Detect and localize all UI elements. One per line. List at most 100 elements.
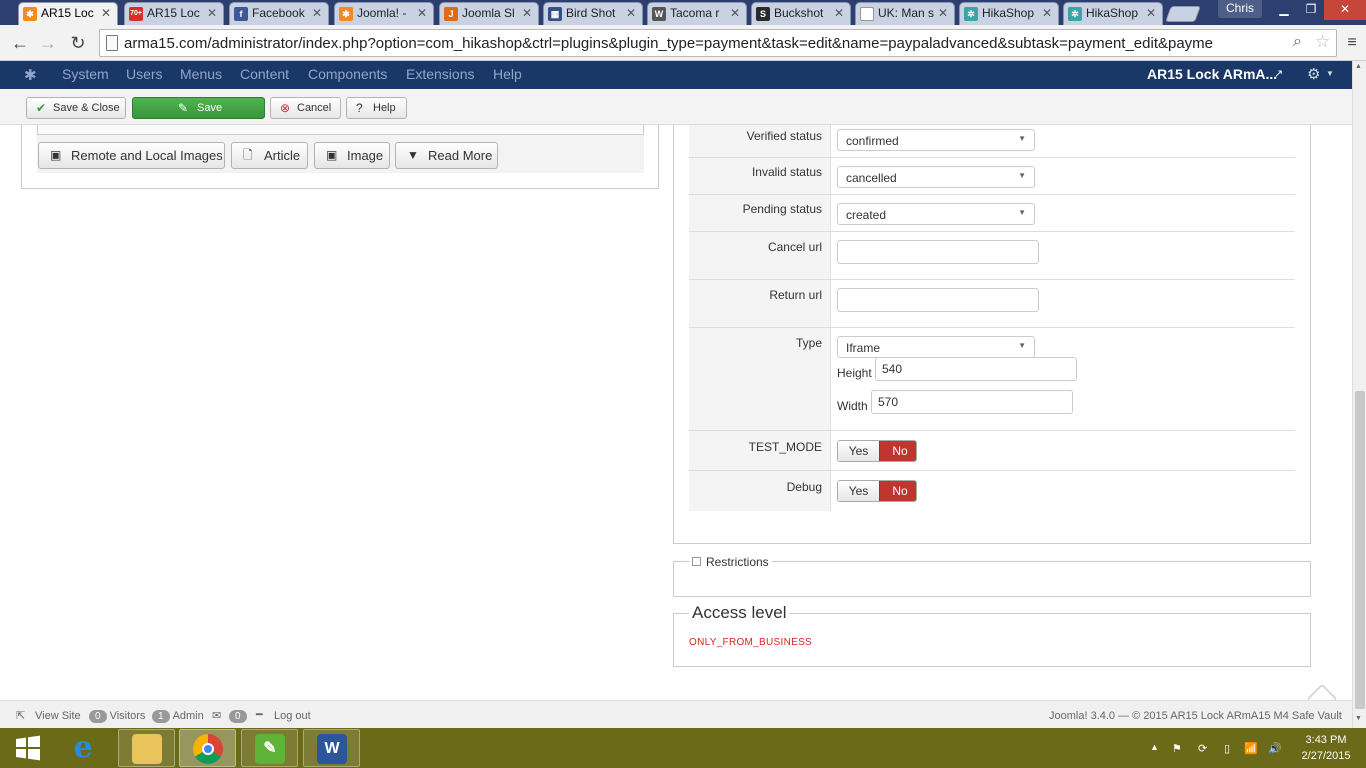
taskbar-chrome[interactable] [179,729,236,767]
menu-system[interactable]: System [62,66,109,82]
caret-down-icon[interactable]: ▼ [1326,69,1334,78]
debug-row: Debug Yes No [689,471,1295,511]
save-close-button[interactable]: ✔ Save & Close [26,97,126,119]
cancel-url-input[interactable] [837,240,1039,264]
cancel-url-label: Cancel url [689,232,831,279]
close-tab-icon[interactable]: ✕ [207,3,217,24]
menu-content[interactable]: Content [240,66,289,82]
new-tab-button[interactable] [1165,6,1201,22]
close-tab-icon[interactable]: ✕ [417,3,427,24]
maximize-window-icon[interactable]: ❐ [1298,0,1324,20]
scroll-up-arrow-icon[interactable]: ▲ [1355,63,1362,70]
dropdown-arrow-icon: ▼ [1018,134,1026,143]
height-input[interactable]: 540 [875,357,1077,381]
system-clock[interactable]: 3:43 PM 2/27/2015 [1296,732,1356,764]
tab-joomla[interactable]: ✱ Joomla! - ✕ [334,2,434,25]
taskbar-word[interactable]: W [303,729,360,767]
action-center-flag-icon[interactable]: ⚑ [1172,742,1182,755]
type-select[interactable]: Iframe ▼ [837,336,1035,358]
volume-icon[interactable]: 🔊 [1268,742,1282,755]
scroll-down-arrow-icon[interactable]: ▼ [1355,715,1362,722]
tab-uk-man[interactable]: UK: Man s ✕ [855,2,955,25]
view-site-link[interactable]: View Site [35,710,81,722]
tab-label: Joomla! - [357,6,407,20]
joomla-logo-icon[interactable]: ✱ [24,66,37,84]
network-signal-icon[interactable]: 📶 [1244,742,1258,755]
close-tab-icon[interactable]: ✕ [730,3,740,24]
article-button[interactable]: 🗋 Article [231,142,308,169]
close-tab-icon[interactable]: ✕ [834,3,844,24]
internet-explorer-icon[interactable]: e [66,732,100,764]
menu-hamburger-icon[interactable]: ≡ [1340,31,1364,55]
read-more-button[interactable]: ▼ Read More [395,142,498,169]
close-tab-icon[interactable]: ✕ [1146,3,1156,24]
debug-toggle[interactable]: Yes No [837,480,917,502]
close-tab-icon[interactable]: ✕ [626,3,636,24]
tab-tacoma[interactable]: W Tacoma r ✕ [647,2,747,25]
menu-components[interactable]: Components [308,66,387,82]
tab-ar15-lock-active[interactable]: ✱ AR15 Loc ✕ [18,2,118,26]
width-input[interactable]: 570 [871,390,1073,414]
site-name-link[interactable]: AR15 Lock ARmA... [1147,66,1277,82]
url-input[interactable]: arma15.com/administrator/index.php?optio… [99,29,1337,57]
invalid-status-select[interactable]: cancelled ▼ [837,166,1035,188]
cancel-url-row: Cancel url [689,232,1295,280]
test-mode-no[interactable]: No [879,441,916,461]
menu-menus[interactable]: Menus [180,66,222,82]
scrollbar-thumb[interactable] [1355,391,1365,709]
menu-users[interactable]: Users [126,66,163,82]
page-icon [106,35,118,51]
windows-start-icon[interactable] [14,734,42,762]
verified-status-select[interactable]: confirmed ▼ [837,129,1035,151]
show-hidden-icons-icon[interactable]: ▲ [1150,742,1159,752]
close-tab-icon[interactable]: ✕ [101,3,111,24]
image-button[interactable]: ▣ Image [314,142,390,169]
close-tab-icon[interactable]: ✕ [312,3,322,24]
pending-status-select[interactable]: created ▼ [837,203,1035,225]
save-button[interactable]: ✎ Save [132,97,265,119]
logout-link[interactable]: Log out [274,710,311,722]
search-icon[interactable]: ⌕ [1293,33,1302,51]
debug-yes[interactable]: Yes [838,481,879,501]
gear-icon[interactable]: ⚙ [1307,65,1320,83]
test-mode-toggle[interactable]: Yes No [837,440,917,462]
cancel-button[interactable]: ⊗ Cancel [270,97,341,119]
minimize-window-icon[interactable]: ▁ [1270,0,1298,20]
close-tab-icon[interactable]: ✕ [1042,3,1052,24]
sync-icon[interactable]: ⟳ [1198,742,1207,755]
remote-local-images-button[interactable]: ▣ Remote and Local Images [38,142,225,169]
menu-extensions[interactable]: Extensions [406,66,474,82]
external-link-icon[interactable]: ↗ [1274,67,1283,80]
hikashop-favicon-icon: ✲ [964,7,978,21]
restrictions-checkbox[interactable] [692,557,701,566]
edit-icon: ✎ [178,101,189,115]
editor-textarea-bottom[interactable] [37,125,644,135]
debug-no[interactable]: No [879,481,916,501]
battery-icon[interactable]: ▯ [1224,742,1230,755]
back-arrow-icon[interactable]: ← [8,31,32,55]
tab-hikashop-2[interactable]: ✲ HikaShop ✕ [1063,2,1163,25]
tab-bird-shot[interactable]: ▦ Bird Shot ✕ [543,2,643,25]
close-tab-icon[interactable]: ✕ [522,3,532,24]
help-button[interactable]: ? Help [346,97,407,119]
restrictions-label: Restrictions [706,555,769,569]
tab-buckshot[interactable]: S Buckshot ✕ [751,2,851,25]
tab-facebook[interactable]: f Facebook ✕ [229,2,329,25]
close-tab-icon[interactable]: ✕ [938,3,948,24]
tab-hikashop-1[interactable]: ✲ HikaShop ✕ [959,2,1059,25]
taskbar-file-explorer[interactable] [118,729,175,767]
return-url-input[interactable] [837,288,1039,312]
tab-joomla-slideshow[interactable]: J Joomla Sl ✕ [439,2,539,25]
clock-date: 2/27/2015 [1301,750,1351,762]
blank-page-favicon-icon [860,7,874,21]
bookmark-star-icon[interactable]: ☆ [1315,32,1330,52]
reload-icon[interactable]: ↻ [66,31,90,55]
profile-user-badge[interactable]: Chris [1218,0,1262,18]
tab-gmail[interactable]: 70+ AR15 Loc ✕ [124,2,224,25]
vertical-scrollbar[interactable]: ▲ ▼ [1352,61,1366,728]
menu-help[interactable]: Help [493,66,522,82]
taskbar-evernote[interactable]: ✎ [241,729,298,767]
forward-arrow-icon[interactable]: → [36,31,60,55]
test-mode-yes[interactable]: Yes [838,441,879,461]
close-window-icon[interactable]: ✕ [1324,0,1366,20]
